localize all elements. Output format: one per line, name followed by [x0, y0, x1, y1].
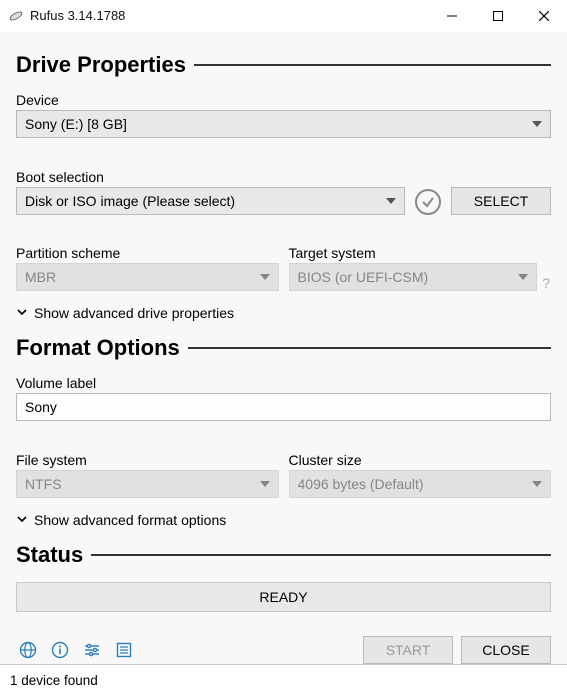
cluster-size-select[interactable]: 4096 bytes (Default) [289, 470, 552, 498]
volume-label-input[interactable] [16, 393, 551, 421]
boot-selection-label: Boot selection [16, 169, 551, 185]
select-iso-button[interactable]: SELECT [451, 187, 551, 215]
format-options-heading: Format Options [16, 335, 551, 361]
status-bar: READY [16, 582, 551, 612]
target-system-select[interactable]: BIOS (or UEFI-CSM) [289, 263, 538, 291]
advanced-format-toggle[interactable]: Show advanced format options [16, 512, 551, 528]
titlebar: Rufus 3.14.1788 [0, 0, 567, 32]
section-title: Status [16, 542, 83, 568]
file-system-label: File system [16, 452, 279, 468]
help-icon[interactable]: ? [541, 275, 551, 291]
drive-properties-heading: Drive Properties [16, 52, 551, 78]
cluster-size-label: Cluster size [289, 452, 552, 468]
window-title: Rufus 3.14.1788 [30, 8, 125, 23]
boot-selection-select[interactable]: Disk or ISO image (Please select) [16, 187, 405, 215]
partition-scheme-select[interactable]: MBR [16, 263, 279, 291]
minimize-button[interactable] [429, 0, 475, 32]
sliders-icon[interactable] [80, 638, 104, 662]
app-icon [8, 8, 24, 24]
statusbar-text: 1 device found [10, 673, 98, 688]
target-system-label: Target system [289, 245, 552, 261]
close-window-button[interactable] [521, 0, 567, 32]
partition-scheme-label: Partition scheme [16, 245, 279, 261]
file-system-select[interactable]: NTFS [16, 470, 279, 498]
chevron-down-icon [16, 305, 28, 321]
volume-label-label: Volume label [16, 375, 551, 391]
advanced-drive-toggle[interactable]: Show advanced drive properties [16, 305, 551, 321]
section-title: Drive Properties [16, 52, 186, 78]
device-select[interactable]: Sony (E:) [8 GB] [16, 110, 551, 138]
start-button[interactable]: START [363, 636, 453, 664]
section-title: Format Options [16, 335, 180, 361]
close-button[interactable]: CLOSE [461, 636, 551, 664]
advanced-format-label: Show advanced format options [34, 512, 226, 528]
chevron-down-icon [16, 512, 28, 528]
log-icon[interactable] [112, 638, 136, 662]
status-heading: Status [16, 542, 551, 568]
info-icon[interactable] [48, 638, 72, 662]
advanced-drive-label: Show advanced drive properties [34, 305, 234, 321]
device-label: Device [16, 92, 551, 108]
check-iso-icon[interactable] [415, 189, 441, 215]
statusbar: 1 device found [0, 664, 567, 696]
globe-icon[interactable] [16, 638, 40, 662]
maximize-button[interactable] [475, 0, 521, 32]
